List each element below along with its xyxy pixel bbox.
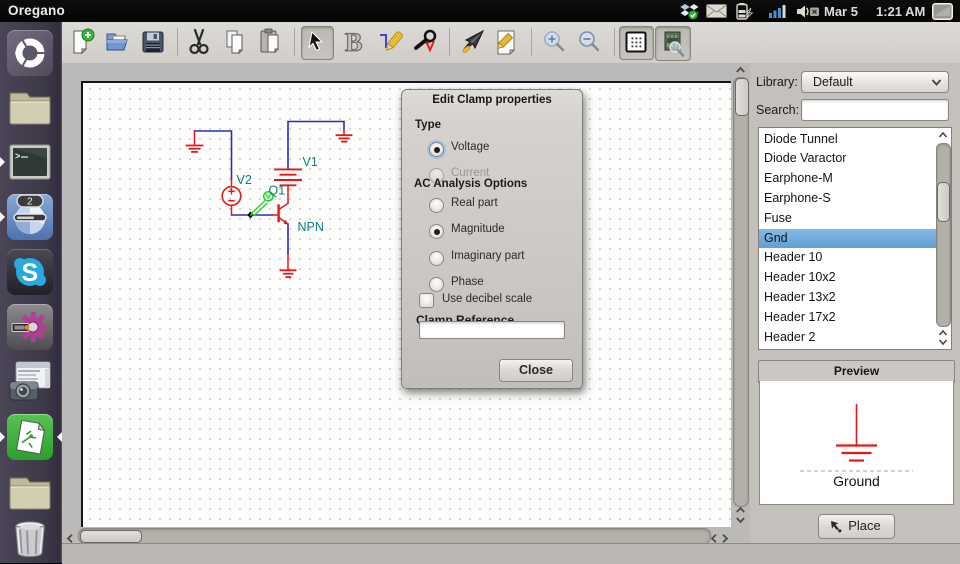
svg-text:2: 2 xyxy=(27,197,33,208)
svg-text:NPN: NPN xyxy=(298,220,324,234)
svg-text:S: S xyxy=(22,259,39,287)
svg-text:Q1: Q1 xyxy=(269,184,286,198)
svg-text:V2: V2 xyxy=(237,173,252,187)
svg-text:Ground: Ground xyxy=(833,473,880,489)
svg-text:>: > xyxy=(15,152,20,162)
svg-text:V1: V1 xyxy=(303,155,318,169)
